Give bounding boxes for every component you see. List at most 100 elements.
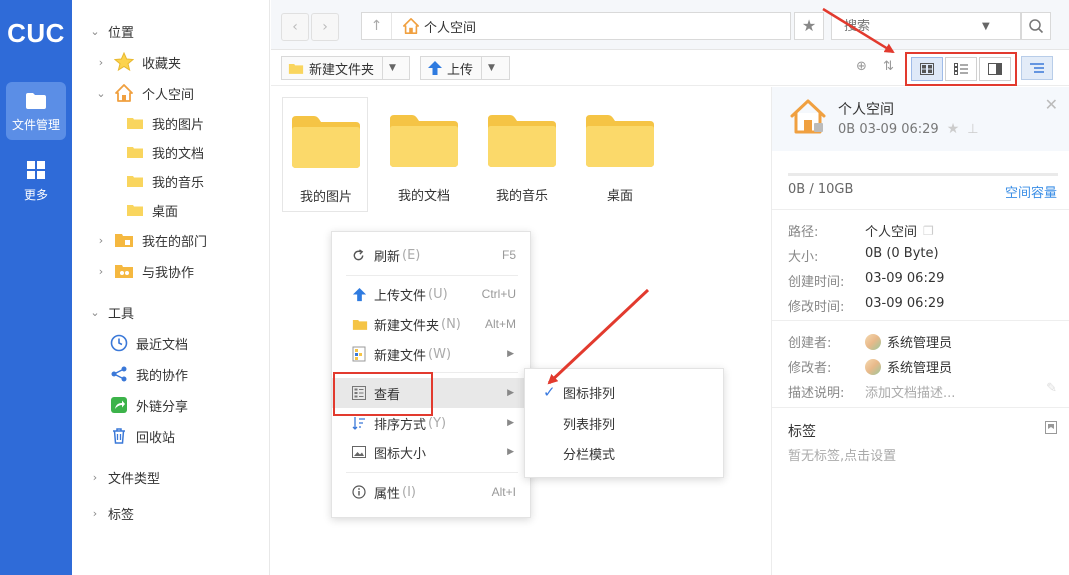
search-input[interactable] [832, 18, 982, 34]
menu-item-new-file[interactable]: 新建文件 (W) ▶ [332, 340, 530, 368]
home-large-icon [790, 99, 826, 134]
folder-item[interactable]: 我的图片 [282, 97, 368, 212]
avatar [865, 358, 881, 375]
up-arrow-icon[interactable]: ↑ [362, 13, 392, 39]
home-icon [114, 83, 134, 103]
department-folder-icon [114, 232, 134, 248]
view-submenu: ✓ 图标排列 列表排列 分栏模式 [524, 368, 724, 478]
submenu-item-column-view[interactable]: 分栏模式 [525, 438, 723, 468]
avatar [865, 333, 881, 350]
tree-label: 我的音乐 [152, 175, 205, 191]
upload-arrow-icon [428, 61, 442, 75]
copy-icon[interactable]: ❐ [923, 224, 934, 238]
tree-department[interactable]: › 我在的部门 [94, 227, 207, 253]
grid-icon [27, 161, 45, 179]
menu-label: 图标大小 [374, 446, 427, 462]
submenu-arrow-icon: ▶ [507, 447, 514, 457]
tree-label: 桌面 [152, 204, 179, 220]
detail-subtitle: 0B 03-09 06:29 ★ ⊥ [838, 121, 979, 137]
menu-accel: (W) [428, 346, 452, 362]
menu-label: 上传文件 [374, 288, 427, 304]
submenu-label: 分栏模式 [563, 447, 616, 463]
menu-shortcut: Alt+I [491, 485, 516, 499]
app-logo: CUC [7, 18, 65, 48]
caret-down-icon[interactable]: ▼ [481, 57, 501, 79]
tree-label: 标签 [108, 507, 135, 523]
folder-item[interactable]: 我的文档 [381, 97, 467, 212]
tree-my-collab[interactable]: 我的协作 [110, 361, 188, 387]
chevron-right-icon: › [92, 506, 98, 520]
detail-title: 个人空间 [838, 102, 894, 118]
menu-item-icon-size[interactable]: 图标大小 ▶ [332, 438, 530, 466]
tree-tags[interactable]: › 标签 [88, 500, 134, 526]
tree-recent-docs[interactable]: 最近文档 [110, 330, 188, 356]
forward-button[interactable]: › [311, 13, 339, 41]
close-icon[interactable]: ✕ [1045, 95, 1058, 114]
tree-child[interactable]: 我的图片 [126, 110, 204, 136]
icon-view-button[interactable] [911, 57, 943, 81]
folder-item[interactable]: 桌面 [577, 97, 663, 212]
search-box[interactable]: ▼ [831, 12, 1021, 40]
new-folder-button[interactable]: 新建文件夹 ▼ [281, 56, 410, 80]
submenu-item-list-view[interactable]: 列表排列 [525, 408, 723, 438]
detail-panel-toggle[interactable] [1021, 56, 1053, 80]
nav-file-manager[interactable]: 文件管理 [6, 82, 66, 140]
star-icon[interactable]: ★ [947, 121, 960, 137]
tree-collab[interactable]: › 与我协作 [94, 258, 194, 284]
chevron-right-icon: › [98, 264, 104, 278]
description-input[interactable]: 添加文档描述... [865, 382, 955, 401]
tags-title: 标签 [788, 424, 816, 440]
menu-shortcut: F5 [501, 248, 516, 262]
pin-icon[interactable]: ⊥ [967, 122, 978, 137]
nav-more[interactable]: 更多 [6, 150, 66, 208]
folder-icon [126, 145, 144, 159]
address-bar[interactable]: ↑ 个人空间 [361, 12, 791, 40]
menu-item-properties[interactable]: 属性 (I) Alt+I [332, 478, 530, 506]
new-folder-label: 新建文件夹 [309, 62, 375, 78]
upload-button[interactable]: 上传 ▼ [420, 56, 510, 80]
tag-edit-icon[interactable] [1045, 421, 1057, 438]
tree-tools[interactable]: ⌄ 工具 [88, 299, 134, 325]
prop-creator: 系统管理员 [865, 332, 952, 351]
caret-down-icon[interactable]: ▼ [982, 21, 996, 32]
edit-pencil-icon[interactable]: ✎ [1046, 381, 1057, 396]
refresh-icon [352, 248, 374, 262]
sort-icon[interactable]: ⇅ [883, 59, 894, 74]
menu-divider [346, 275, 518, 276]
menu-accel: (I) [402, 484, 416, 500]
tree-recycle-bin[interactable]: 回收站 [110, 423, 175, 449]
tree-child[interactable]: 我的音乐 [126, 168, 204, 194]
upload-arrow-icon [352, 287, 374, 302]
chevron-down-icon: ⌄ [90, 24, 100, 38]
list-view-button[interactable] [945, 57, 977, 81]
folder-icon [26, 93, 46, 109]
quota-link[interactable]: 空间容量 [1005, 182, 1057, 201]
tree-favorites[interactable]: › 收藏夹 [94, 49, 181, 75]
search-button[interactable] [1021, 12, 1051, 40]
breadcrumb-current[interactable]: 个人空间 [424, 17, 476, 36]
submenu-arrow-icon: ▶ [507, 349, 514, 359]
zoom-icon[interactable]: ⊕ [856, 59, 867, 74]
tags-empty-hint[interactable]: 暂无标签,点击设置 [788, 445, 896, 464]
tree-external-share[interactable]: 外链分享 [110, 392, 188, 418]
menu-item-refresh[interactable]: 刷新 (E) F5 [332, 241, 530, 269]
menu-item-new-folder[interactable]: 新建文件夹 (N) Alt+M [332, 310, 530, 338]
tree-child[interactable]: 桌面 [126, 197, 178, 223]
quota-text: 0B / 10GB [788, 182, 854, 197]
favorite-star-button[interactable]: ★ [794, 12, 824, 40]
quota-progress-bar [788, 173, 1058, 176]
submenu-arrow-icon: ▶ [507, 388, 514, 398]
folder-item[interactable]: 我的音乐 [479, 97, 565, 212]
column-view-button[interactable] [979, 57, 1011, 81]
menu-divider [346, 472, 518, 473]
tree-child[interactable]: 我的文档 [126, 139, 204, 165]
tree-filetypes[interactable]: › 文件类型 [88, 464, 160, 490]
path-value: 个人空间 [865, 225, 918, 240]
caret-down-icon[interactable]: ▼ [382, 57, 402, 79]
tree-location[interactable]: ⌄ 位置 [88, 18, 134, 44]
back-button[interactable]: ‹ [281, 13, 309, 41]
submenu-item-icon-view[interactable]: ✓ 图标排列 [525, 377, 723, 407]
menu-item-upload-file[interactable]: 上传文件 (U) Ctrl+U [332, 280, 530, 308]
tree-personal[interactable]: ⌄ 个人空间 [94, 80, 194, 106]
folder-name: 我的文档 [397, 189, 450, 204]
